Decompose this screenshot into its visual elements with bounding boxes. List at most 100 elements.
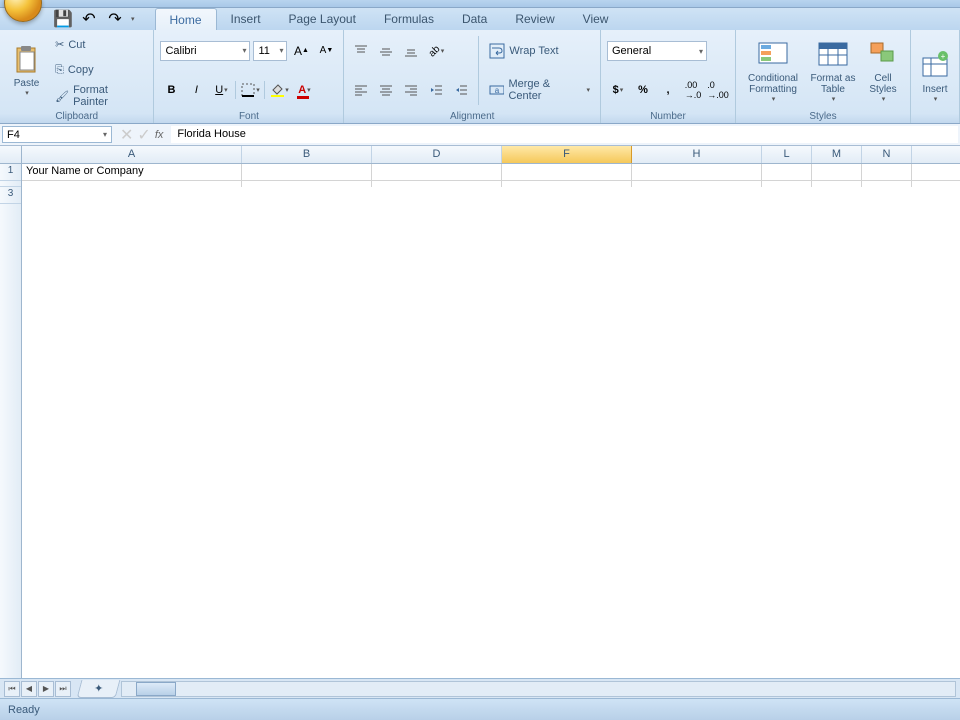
decrease-indent-button[interactable] bbox=[425, 79, 447, 101]
insert-cells-button[interactable]: + Insert▾ bbox=[917, 32, 953, 120]
group-label-alignment[interactable]: Alignment bbox=[350, 109, 594, 122]
bold-button[interactable]: B bbox=[160, 79, 182, 101]
cell-B2[interactable] bbox=[242, 181, 372, 187]
column-header-B[interactable]: B bbox=[242, 146, 372, 163]
sheet-nav-last[interactable]: ⏭ bbox=[55, 681, 71, 697]
align-left-button[interactable] bbox=[350, 79, 372, 101]
align-right-button[interactable] bbox=[400, 79, 422, 101]
tab-view[interactable]: View bbox=[569, 8, 623, 30]
font-name-combo[interactable]: Calibri bbox=[160, 41, 250, 61]
cell-A2[interactable] bbox=[22, 181, 242, 187]
name-box[interactable]: F4 bbox=[2, 126, 112, 143]
group-alignment: ab▾ Wrap Text aMerge & Center▾ Alignment bbox=[344, 30, 601, 123]
column-header-F[interactable]: F bbox=[502, 146, 632, 163]
cell-M2[interactable] bbox=[812, 181, 862, 187]
ribbon: Paste ▾ ✂Cut ⎘Copy 🖌Format Painter Clipb… bbox=[0, 30, 960, 124]
cell-H2[interactable] bbox=[632, 181, 762, 187]
cell-D2[interactable] bbox=[372, 181, 502, 187]
align-bottom-button[interactable] bbox=[400, 40, 422, 62]
cell-L2[interactable] bbox=[762, 181, 812, 187]
cancel-formula-icon[interactable]: ✕ bbox=[120, 125, 133, 145]
group-label-clipboard[interactable]: Clipboard bbox=[6, 109, 147, 122]
group-number: General $▾ % , .00→.0 .0→.00 Number bbox=[601, 30, 736, 123]
percent-button[interactable]: % bbox=[632, 79, 654, 101]
increase-indent-button[interactable] bbox=[450, 79, 472, 101]
group-font: Calibri 11 A▲ A▼ B I U▾ ▾ ▾ A▾ Font bbox=[154, 30, 344, 123]
cell-H1[interactable] bbox=[632, 164, 762, 180]
format-painter-button[interactable]: 🖌Format Painter bbox=[51, 85, 147, 107]
horizontal-scrollbar[interactable] bbox=[121, 681, 956, 697]
number-format-combo[interactable]: General bbox=[607, 41, 707, 61]
tab-home[interactable]: Home bbox=[155, 8, 217, 30]
new-sheet-icon: ✦ bbox=[94, 682, 103, 695]
copy-button[interactable]: ⎘Copy bbox=[51, 59, 147, 81]
font-size-combo[interactable]: 11 bbox=[253, 41, 287, 61]
fill-color-button[interactable]: ▾ bbox=[268, 79, 290, 101]
cell-F2[interactable] bbox=[502, 181, 632, 187]
tab-review[interactable]: Review bbox=[501, 8, 568, 30]
sheet-nav-first[interactable]: ⏮ bbox=[4, 681, 20, 697]
merge-center-button[interactable]: aMerge & Center▾ bbox=[485, 79, 594, 101]
office-button[interactable] bbox=[4, 0, 42, 22]
column-header-D[interactable]: D bbox=[372, 146, 502, 163]
redo-icon[interactable]: ↷ bbox=[104, 8, 126, 30]
group-label-font[interactable]: Font bbox=[160, 109, 337, 122]
sheet-nav-next[interactable]: ▶ bbox=[38, 681, 54, 697]
tab-page-layout[interactable]: Page Layout bbox=[275, 8, 370, 30]
new-sheet-button[interactable]: ✦ bbox=[77, 680, 121, 698]
italic-button[interactable]: I bbox=[185, 79, 207, 101]
formula-input[interactable]: Florida House bbox=[170, 125, 959, 144]
svg-text:a: a bbox=[495, 86, 500, 95]
scissors-icon: ✂ bbox=[55, 38, 64, 51]
column-header-N[interactable]: N bbox=[862, 146, 912, 163]
enter-formula-icon[interactable]: ✓ bbox=[137, 125, 150, 145]
save-icon[interactable]: 💾 bbox=[52, 8, 74, 30]
hscroll-thumb[interactable] bbox=[136, 682, 176, 696]
column-headers: ABDFHLMN bbox=[0, 146, 960, 164]
cut-button[interactable]: ✂Cut bbox=[51, 34, 147, 56]
orientation-button[interactable]: ab▾ bbox=[425, 40, 447, 62]
comma-button[interactable]: , bbox=[657, 79, 679, 101]
column-header-H[interactable]: H bbox=[632, 146, 762, 163]
grow-font-button[interactable]: A▲ bbox=[290, 40, 312, 62]
cell-styles-button[interactable]: Cell Styles▾ bbox=[862, 32, 904, 109]
align-center-button[interactable] bbox=[375, 79, 397, 101]
group-label-number[interactable]: Number bbox=[607, 109, 729, 122]
wrap-text-button[interactable]: Wrap Text bbox=[485, 40, 594, 62]
cell-N2[interactable] bbox=[862, 181, 912, 187]
align-middle-button[interactable] bbox=[375, 40, 397, 62]
align-top-button[interactable] bbox=[350, 40, 372, 62]
sheet-nav-prev[interactable]: ◀ bbox=[21, 681, 37, 697]
cell-L1[interactable] bbox=[762, 164, 812, 180]
cell-A1[interactable]: Your Name or Company bbox=[22, 164, 242, 180]
conditional-formatting-button[interactable]: Conditional Formatting▾ bbox=[742, 32, 804, 109]
column-header-A[interactable]: A bbox=[22, 146, 242, 163]
cell-N1[interactable] bbox=[862, 164, 912, 180]
undo-icon[interactable]: ↶ bbox=[78, 8, 100, 30]
fx-icon[interactable]: fx bbox=[155, 129, 164, 141]
tab-data[interactable]: Data bbox=[448, 8, 501, 30]
cell-M1[interactable] bbox=[812, 164, 862, 180]
format-as-table-button[interactable]: Format as Table▾ bbox=[808, 32, 858, 109]
font-color-button[interactable]: A▾ bbox=[293, 79, 315, 101]
cell-D1[interactable] bbox=[372, 164, 502, 180]
qat-more-icon[interactable]: ▾ bbox=[131, 15, 135, 23]
border-button[interactable]: ▾ bbox=[239, 79, 261, 101]
group-label-styles[interactable]: Styles bbox=[742, 109, 904, 122]
cell-B1[interactable] bbox=[242, 164, 372, 180]
shrink-font-button[interactable]: A▼ bbox=[315, 40, 337, 62]
currency-button[interactable]: $▾ bbox=[607, 79, 629, 101]
cells-grid[interactable]: Your Name or Company bbox=[22, 164, 960, 678]
underline-button[interactable]: U▾ bbox=[210, 79, 232, 101]
row-header-1[interactable]: 1 bbox=[0, 164, 21, 181]
increase-decimal-button[interactable]: .00→.0 bbox=[682, 79, 704, 101]
row-header-3[interactable]: 3 bbox=[0, 187, 21, 204]
cell-F1[interactable] bbox=[502, 164, 632, 180]
column-header-M[interactable]: M bbox=[812, 146, 862, 163]
tab-insert[interactable]: Insert bbox=[217, 8, 275, 30]
decrease-decimal-button[interactable]: .0→.00 bbox=[707, 79, 729, 101]
column-header-L[interactable]: L bbox=[762, 146, 812, 163]
tab-formulas[interactable]: Formulas bbox=[370, 8, 448, 30]
paste-button[interactable]: Paste ▾ bbox=[6, 32, 47, 109]
select-all-button[interactable] bbox=[0, 146, 22, 163]
